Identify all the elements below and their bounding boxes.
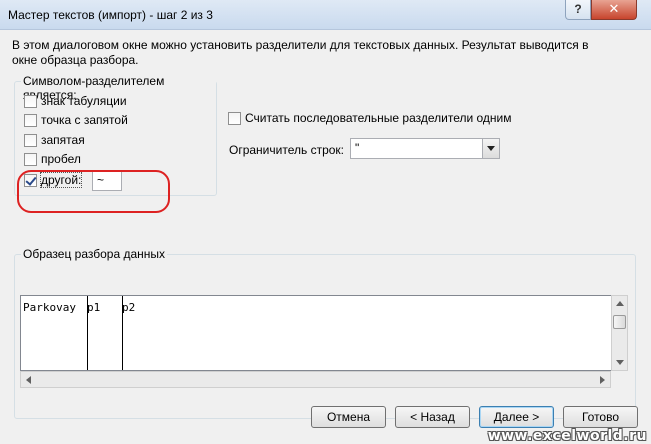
text-qualifier-value: "	[355, 141, 360, 155]
consecutive-delimiters-label: Считать последовательные разделители одн…	[245, 111, 512, 125]
text-qualifier-dropdown[interactable]: "	[350, 138, 500, 159]
delimiter-comma-option[interactable]: запятая	[24, 132, 85, 148]
delimiter-space-checkbox[interactable]	[24, 152, 37, 166]
text-qualifier-label: Ограничитель строк:	[229, 143, 344, 157]
delimiter-comma-checkbox[interactable]	[24, 133, 37, 147]
finish-button[interactable]: Готово	[563, 406, 638, 428]
consecutive-delimiters-checkbox[interactable]	[228, 111, 241, 125]
next-button[interactable]: Далее >	[479, 406, 554, 428]
annotation-oval	[17, 170, 170, 213]
delimiter-space-option[interactable]: пробел	[24, 151, 81, 167]
scroll-down-icon[interactable]	[616, 360, 624, 365]
delimiter-comma-label: запятая	[41, 133, 85, 147]
chevron-down-icon[interactable]	[482, 139, 499, 158]
preview-column-3: p2	[122, 301, 136, 314]
scroll-right-icon[interactable]	[600, 376, 605, 384]
preview-column-2: p1	[87, 301, 101, 314]
dialog-body: В этом диалоговом окне можно установить …	[0, 30, 651, 444]
watermark: www.excelworld.ru	[487, 428, 647, 444]
preview-group-title: Образец разбора данных	[21, 247, 168, 261]
scroll-thumb[interactable]	[613, 315, 626, 329]
delimiter-semicolon-label: точка с запятой	[41, 113, 128, 127]
preview-vertical-scrollbar[interactable]	[611, 295, 628, 371]
title-bar: Мастер текстов (импорт) - шаг 2 из 3 ? ✕	[0, 0, 651, 30]
scroll-left-icon[interactable]	[26, 376, 31, 384]
close-button[interactable]: ✕	[591, 0, 637, 20]
consecutive-delimiters-option[interactable]: Считать последовательные разделители одн…	[228, 111, 512, 125]
delimiter-tab-checkbox[interactable]	[24, 94, 37, 108]
delimiter-semicolon-option[interactable]: точка с запятой	[24, 112, 128, 128]
preview-column-1: Parkovay	[23, 301, 76, 314]
help-button[interactable]: ?	[565, 0, 591, 20]
delimiter-space-label: пробел	[41, 152, 81, 166]
delimiter-tab-option[interactable]: знак табуляции	[24, 93, 127, 109]
preview-horizontal-scrollbar[interactable]	[20, 371, 611, 388]
delimiter-tab-label: знак табуляции	[41, 94, 127, 108]
delimiter-semicolon-checkbox[interactable]	[24, 113, 37, 127]
cancel-button[interactable]: Отмена	[311, 406, 386, 428]
scroll-up-icon[interactable]	[616, 301, 624, 306]
data-preview[interactable]: Parkovay p1 p2	[20, 295, 628, 371]
back-button[interactable]: < Назад	[395, 406, 470, 428]
dialog-description: В этом диалоговом окне можно установить …	[12, 38, 589, 67]
window-title: Мастер текстов (импорт) - шаг 2 из 3	[8, 8, 213, 22]
